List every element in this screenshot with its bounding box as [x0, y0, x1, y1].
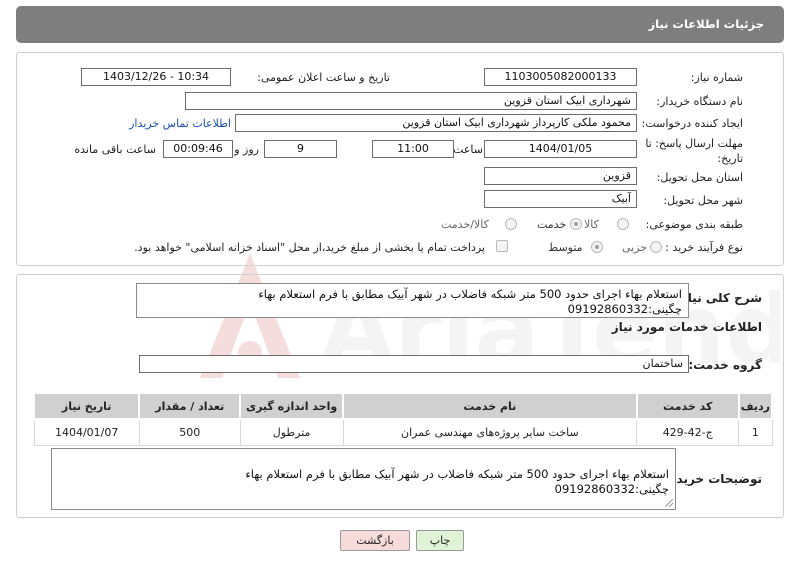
need-number-field[interactable]: 1103005082000133: [484, 68, 637, 86]
creator-label: ایجاد کننده درخواست:: [641, 117, 743, 130]
cell-quantity: 500: [138, 418, 241, 446]
category-goods-label: کالا: [584, 218, 599, 231]
col-header-service-name: نام خدمت: [342, 392, 638, 420]
category-goods-service-radio[interactable]: [505, 218, 517, 230]
deadline-time-field[interactable]: 11:00: [372, 140, 454, 158]
buyer-notes-textarea[interactable]: استعلام بهاء اجرای حدود 500 متر شبکه فاض…: [51, 448, 676, 510]
buyer-field[interactable]: شهرداری ابیک استان قزوین: [185, 92, 637, 110]
page-title: جزئیات اطلاعات نیاز: [648, 17, 764, 31]
cell-row-number: 1: [738, 418, 773, 446]
col-header-unit: واحد اندازه گیری: [239, 392, 345, 420]
col-header-need-date: تاریخ نیاز: [32, 392, 141, 420]
services-section-title: اطلاعات خدمات مورد نیاز: [611, 320, 762, 334]
remaining-time-field[interactable]: 00:09:46: [163, 140, 233, 158]
deadline-date-field[interactable]: 1404/01/05: [484, 140, 637, 158]
treasury-payment-checkbox[interactable]: [496, 240, 508, 252]
purchase-minor-label: جزیی: [622, 241, 648, 254]
buyer-contact-link[interactable]: اطلاعات تماس خریدار: [129, 117, 231, 130]
province-label: استان محل تحویل:: [656, 171, 743, 184]
purchase-medium-label: متوسط: [548, 241, 583, 254]
buyer-notes-text: استعلام بهاء اجرای حدود 500 متر شبکه فاض…: [245, 467, 669, 496]
creator-field[interactable]: محمود ملکی کارپرداز شهرداری ابیک استان ق…: [235, 114, 637, 132]
col-header-service-code: کد خدمت: [635, 392, 740, 420]
city-field[interactable]: آبیک: [484, 190, 637, 208]
col-header-quantity: تعداد / مقدار: [138, 392, 242, 420]
purchase-medium-radio[interactable]: [591, 241, 603, 253]
cell-service-name: ساخت سایر پروژه‌های مهندسی عمران: [342, 418, 638, 446]
category-service-label: خدمت: [537, 218, 567, 231]
table-row: 1 ج-42-429 ساخت سایر پروژه‌های مهندسی عم…: [33, 418, 773, 446]
page-header: جزئیات اطلاعات نیاز: [16, 6, 784, 43]
service-group-label: گروه خدمت:: [688, 358, 762, 372]
cell-service-code: ج-42-429: [636, 418, 740, 446]
category-label: طبقه بندی موضوعی:: [645, 218, 743, 231]
treasury-payment-note: پرداخت تمام یا بخشی از مبلغ خرید،از محل …: [134, 241, 485, 254]
col-header-row-number: ردیف: [737, 392, 774, 420]
summary-textarea[interactable]: استعلام بهاء اجرای حدود 500 متر شبکه فاض…: [136, 283, 689, 318]
cell-unit: مترطول: [239, 418, 344, 446]
services-table: ردیف کد خدمت نام خدمت واحد اندازه گیری ت…: [32, 392, 774, 446]
announce-date-label: تاریخ و ساعت اعلان عمومی:: [257, 71, 390, 84]
purchase-type-label: نوع فرآیند خرید :: [665, 241, 743, 254]
remaining-days-field[interactable]: 9: [264, 140, 337, 158]
cell-need-date: 1404/01/07: [33, 418, 140, 446]
back-button[interactable]: بازگشت: [340, 530, 410, 551]
category-service-radio[interactable]: [570, 218, 582, 230]
print-button[interactable]: چاپ: [416, 530, 464, 551]
buyer-label: نام دستگاه خریدار:: [656, 95, 743, 108]
city-label: شهر محل تحویل:: [663, 194, 743, 207]
need-number-label: شماره نیاز:: [690, 71, 743, 84]
deadline-label: مهلت ارسال پاسخ: تا تاریخ:: [645, 137, 743, 165]
category-goods-service-label: کالا/خدمت: [441, 218, 489, 231]
province-field[interactable]: قزوین: [484, 167, 637, 185]
remaining-time-label: ساعت باقی مانده: [74, 143, 156, 156]
category-goods-radio[interactable]: [617, 218, 629, 230]
resize-handle-icon[interactable]: [665, 499, 673, 507]
days-label: روز و: [234, 143, 259, 156]
service-group-field[interactable]: ساختمان: [139, 355, 689, 373]
deadline-time-label: ساعت: [453, 143, 483, 156]
table-header-row: ردیف کد خدمت نام خدمت واحد اندازه گیری ت…: [32, 392, 774, 420]
announce-date-field[interactable]: 1403/12/26 - 10:34: [81, 68, 231, 86]
purchase-minor-radio[interactable]: [650, 241, 662, 253]
